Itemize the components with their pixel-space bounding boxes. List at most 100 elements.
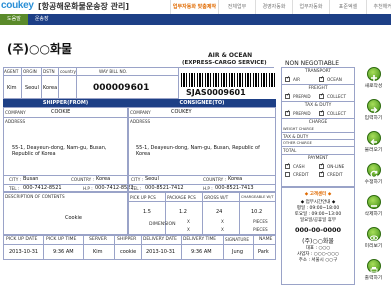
sub-nav: 도움말 운송장 — [0, 14, 391, 25]
shipper-country[interactable]: Korea — [96, 176, 110, 182]
payment-title: PAYMENT — [307, 156, 329, 161]
consignee-hp[interactable]: 000-8521-7413 — [215, 185, 254, 191]
transport-ocean-label: OCEAN — [327, 77, 342, 82]
dstn-value[interactable]: Korea — [43, 85, 57, 91]
freight-collect-label: COLLECT — [327, 94, 347, 99]
agent-value[interactable]: Kim — [7, 85, 17, 91]
freight-title: FREIGHT — [308, 86, 328, 91]
payment-cash-checkbox[interactable] — [285, 162, 290, 169]
div-4 — [76, 67, 77, 99]
nav-excel[interactable]: 표준엑셀 — [329, 0, 366, 14]
plus-icon — [366, 67, 381, 81]
tax-prepaid-checkbox[interactable] — [285, 109, 290, 116]
bt-div-1 — [43, 235, 44, 260]
bt-v-5[interactable]: 2013-10-31 — [146, 249, 175, 255]
shipper-city[interactable]: Busan — [23, 176, 38, 182]
nav-custom[interactable]: 업무자동화 맞춤제작 — [170, 0, 218, 14]
transport-ocean-checkbox[interactable] — [319, 75, 324, 82]
shipper-company[interactable]: COOKIE — [51, 109, 70, 115]
edit-label: 수정하기 — [364, 180, 383, 185]
freight-prepaid-checkbox[interactable] — [285, 92, 290, 99]
consignee-tel-label: TEL : — [131, 186, 142, 191]
pickup-header-2: PACKAGE PCS — [167, 195, 196, 200]
preview-button[interactable]: 미리보기 — [358, 227, 389, 258]
bt-v-7[interactable]: Jung — [232, 249, 243, 255]
edit-button[interactable]: 수정하기 — [358, 163, 389, 194]
pickup-value-1[interactable]: 1.5 — [143, 209, 151, 215]
contents-value[interactable]: Cookie — [65, 215, 82, 221]
payment-credit-checkbox-1[interactable] — [285, 172, 290, 177]
nav-management[interactable]: 경영자동화 — [255, 0, 292, 14]
waybill-no-value[interactable]: 000009601 — [93, 83, 149, 93]
cs-line-4: 일요일/공휴일 휴무 — [299, 218, 337, 223]
pickup-value-4[interactable]: 10.2 — [251, 209, 262, 215]
input-label: 입력하기 — [364, 116, 383, 121]
payment-credit-checkbox-2[interactable] — [319, 170, 324, 177]
bt-div-2 — [83, 235, 84, 260]
barcode-text: SJAS0009601 — [186, 88, 246, 97]
cs-addr: 주소 : 서울시 ○○구 — [298, 258, 338, 263]
express-cargo-label: (EXPRESS-CARGO SERVICE) — [182, 60, 267, 66]
consignee-tel[interactable]: 000-8521-7412 — [145, 185, 184, 191]
transport-air-checkbox[interactable] — [285, 75, 290, 82]
payment-credit-label-2: CREDIT — [327, 172, 343, 177]
bt-h-2: PICK UP TIME — [46, 237, 77, 242]
pickup-value-3[interactable]: 24 — [216, 209, 222, 215]
bt-v-6[interactable]: 9:36 AM — [191, 249, 212, 255]
rp-div-2 — [281, 101, 355, 102]
bt-v-2[interactable]: 9:36 AM — [53, 249, 74, 255]
consignee-city[interactable]: Seoul — [145, 176, 159, 182]
shipper-address[interactable]: 55-1, Deayeun-dong, Nam-gu, Busan, Repub… — [12, 145, 124, 157]
bt-v-1[interactable]: 2013-10-31 — [9, 249, 38, 255]
bt-div-6 — [223, 235, 224, 260]
bt-v-8[interactable]: Park — [258, 249, 269, 255]
dstn-label: DSTN — [43, 69, 55, 74]
tax-collect-label: COLLECT — [327, 111, 347, 116]
payment-cash-label: CASH — [293, 164, 305, 169]
print-button[interactable]: 출력하기 — [358, 259, 389, 290]
bt-v-3[interactable]: Kim — [93, 249, 103, 255]
bt-v-4[interactable]: cookie — [120, 249, 136, 255]
tab-help[interactable]: 도움말 — [0, 14, 28, 25]
pickup-div-1 — [165, 192, 166, 235]
pickup-div-2 — [202, 192, 203, 235]
transport-air-label: AIR — [293, 77, 301, 82]
consignee-address-label: ADDRESS — [130, 119, 151, 124]
payment-credit-label-1: CREDIT — [293, 172, 309, 177]
main-nav: 업무자동화 맞춤제작 전체업무 경영자동화 업무자동화 표준엑셀 추천해커지 — [170, 0, 391, 14]
tab-waybill[interactable]: 운송장 — [28, 14, 56, 25]
consignee-address[interactable]: 55-1, Deayeun-dong, Nam-gu, Busan, Repub… — [136, 145, 272, 157]
payment-online-label: ON-LINE — [327, 164, 345, 169]
charge-line-1 — [281, 132, 355, 133]
freight-collect-checkbox[interactable] — [319, 92, 324, 99]
load-button[interactable]: 불러오기 — [358, 131, 389, 162]
print-icon — [366, 259, 381, 273]
shipper-tel[interactable]: 000-7412-8521 — [23, 185, 62, 191]
origin-value[interactable]: Seoul — [25, 85, 39, 91]
consignee-company[interactable]: COUKEY — [171, 109, 192, 115]
new-button[interactable]: 새로작성 — [358, 67, 389, 98]
tax-collect-checkbox[interactable] — [319, 109, 324, 116]
side-buttons: 새로작성 입력하기 불러오기 수정하기 삭제하기 미리보기 출력하기 — [358, 66, 389, 290]
input-button[interactable]: 입력하기 — [358, 99, 389, 130]
minus-icon — [366, 195, 381, 209]
nav-recommend[interactable]: 추천해커지 — [366, 0, 391, 14]
dimension-label: DIMENSION — [149, 222, 176, 227]
dim-x-4: X — [221, 227, 224, 232]
charge-row-4: TOTAL — [283, 148, 297, 153]
company-info-box: ◆ 고객센터 ◆ ◆ 업무시간안내 ◆ 평일 : 09:00~18:00 토요일… — [281, 187, 355, 285]
pickup-header-4: CHARGEABLE W/T — [241, 195, 274, 199]
shipper-address-label: ADDRESS — [5, 119, 26, 124]
payment-online-checkbox[interactable] — [319, 162, 324, 169]
consignee-country[interactable]: Korea — [228, 176, 242, 182]
bt-h-6: DELIVERY TIME — [183, 237, 217, 242]
pickup-div-3 — [239, 192, 240, 235]
contents-label: DESCRIPTION OF CONTENTS — [5, 194, 65, 199]
delete-button[interactable]: 삭제하기 — [358, 195, 389, 226]
pickup-value-2[interactable]: 1.2 — [179, 209, 187, 215]
non-negotiable-label: NON NEGOTIABLE — [285, 60, 340, 67]
shipper-country-label: COUNTRY : — [71, 177, 94, 182]
pickup-line — [128, 201, 276, 202]
nav-automation[interactable]: 업무자동화 — [292, 0, 329, 14]
nav-all[interactable]: 전체업무 — [218, 0, 255, 14]
